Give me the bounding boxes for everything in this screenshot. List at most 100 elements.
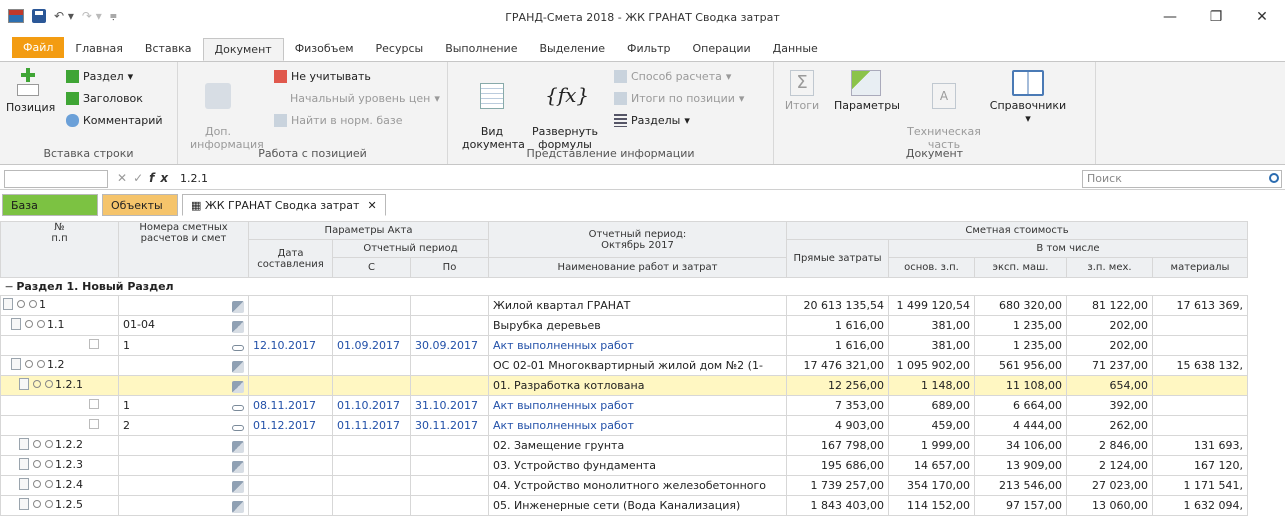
cell-materials[interactable] <box>1152 315 1248 336</box>
cell-direct[interactable]: 1 616,00 <box>786 335 889 356</box>
cancel-icon[interactable]: ✕ <box>117 171 133 185</box>
cell-to[interactable]: 30.11.2017 <box>410 415 489 436</box>
cell-from[interactable] <box>332 455 411 476</box>
expand-all-icon[interactable] <box>45 440 53 449</box>
cell-date[interactable]: 01.12.2017 <box>248 415 333 436</box>
cell-direct[interactable]: 167 798,00 <box>786 435 889 456</box>
cell-numbers[interactable]: 01-04 <box>118 315 249 336</box>
cell-numbers[interactable]: 1 <box>118 335 249 356</box>
collapse-icon[interactable]: − <box>5 280 14 293</box>
cell-no[interactable]: 1.2.4 <box>0 475 119 496</box>
calc-icon[interactable] <box>232 321 244 333</box>
cell-no[interactable]: 1.2.1 <box>0 375 119 396</box>
cell-date[interactable] <box>248 455 333 476</box>
expand-icon[interactable] <box>33 440 41 449</box>
cell-numbers[interactable] <box>118 435 249 456</box>
tab-resources[interactable]: Ресурсы <box>365 38 435 61</box>
act-row[interactable]: 1 12.10.2017 01.09.2017 30.09.2017 Акт выпол… <box>0 335 1248 356</box>
calc-icon[interactable] <box>232 381 244 393</box>
tab-selection[interactable]: Выделение <box>528 38 616 61</box>
expand-all-icon[interactable] <box>45 500 53 509</box>
cell-machines[interactable]: 6 664,00 <box>974 395 1067 416</box>
col-header-materials[interactable]: материалы <box>1152 257 1248 278</box>
col-header-base-wage[interactable]: основ. з.п. <box>888 257 975 278</box>
expand-icon[interactable] <box>33 460 41 469</box>
cell-no[interactable]: 1.2.5 <box>0 495 119 516</box>
tab-file[interactable]: Файл <box>12 37 65 58</box>
cell-materials[interactable]: 167 120, <box>1152 455 1248 476</box>
cell-to[interactable]: 30.09.2017 <box>410 335 489 356</box>
cell-mech-wage[interactable]: 2 124,00 <box>1066 455 1153 476</box>
position-button[interactable]: Позиция <box>6 68 55 114</box>
header-button[interactable]: Заголовок <box>66 92 143 105</box>
cell-numbers[interactable] <box>118 375 249 396</box>
cell-direct[interactable]: 1 843 403,00 <box>786 495 889 516</box>
expand-icon[interactable] <box>17 300 25 309</box>
cell-to[interactable]: 31.10.2017 <box>410 395 489 416</box>
cell-direct[interactable]: 195 686,00 <box>786 455 889 476</box>
tab-home[interactable]: Главная <box>64 38 134 61</box>
cell-no[interactable]: 1.2 <box>0 355 119 376</box>
calc-icon[interactable] <box>232 441 244 453</box>
cell-from[interactable] <box>332 315 411 336</box>
col-header-work-name[interactable]: Наименование работ и затрат <box>488 257 787 278</box>
cell-machines[interactable]: 1 235,00 <box>974 315 1067 336</box>
cell-direct[interactable]: 20 613 135,54 <box>786 295 889 316</box>
cell-to[interactable] <box>410 315 489 336</box>
calc-method-button[interactable]: Способ расчета ▾ <box>614 70 731 83</box>
cell-from[interactable]: 01.11.2017 <box>332 415 411 436</box>
cell-materials[interactable] <box>1152 415 1248 436</box>
cell-from[interactable] <box>332 375 411 396</box>
cell-direct[interactable]: 17 476 321,00 <box>786 355 889 376</box>
expand-formulas-button[interactable]: {fx} Развернуть формулы <box>530 68 600 151</box>
minimize-button[interactable]: — <box>1147 0 1193 34</box>
close-window-button[interactable]: ✕ <box>1239 0 1285 34</box>
cell-direct[interactable]: 4 903,00 <box>786 415 889 436</box>
table-row[interactable]: 1 Жилой квартал ГРАНАТ 20 613 135,54 1 499 … <box>0 295 1248 316</box>
cell-materials[interactable]: 1 632 094, <box>1152 495 1248 516</box>
col-header-direct[interactable]: Прямые затраты <box>786 239 889 278</box>
cell-to[interactable] <box>410 455 489 476</box>
expand-icon[interactable] <box>25 360 33 369</box>
row-checkbox[interactable] <box>89 419 99 429</box>
close-icon[interactable]: ✕ <box>367 199 376 212</box>
tab-objects[interactable]: Объекты <box>102 194 178 216</box>
cell-work-name[interactable]: Жилой квартал ГРАНАТ <box>488 295 787 316</box>
tech-part-button[interactable]: A Техническая часть <box>906 70 982 151</box>
link-icon[interactable] <box>232 345 244 351</box>
search-icon[interactable] <box>1269 173 1279 183</box>
cell-machines[interactable]: 11 108,00 <box>974 375 1067 396</box>
cell-base-wage[interactable]: 1 999,00 <box>888 435 975 456</box>
col-header-date[interactable]: Дата составления <box>248 239 333 278</box>
expand-all-icon[interactable] <box>37 360 45 369</box>
cell-machines[interactable]: 561 956,00 <box>974 355 1067 376</box>
col-header-no[interactable]: № п.п <box>0 221 119 278</box>
cell-work-name[interactable]: ОС 02-01 Многоквартирный жилой дом №2 (1… <box>488 355 787 376</box>
sections-button[interactable]: Разделы ▾ <box>614 114 690 127</box>
tab-filter[interactable]: Фильтр <box>616 38 682 61</box>
cell-numbers[interactable] <box>118 455 249 476</box>
ignore-button[interactable]: Не учитывать <box>274 70 371 83</box>
calc-icon[interactable] <box>232 481 244 493</box>
cell-direct[interactable]: 7 353,00 <box>786 395 889 416</box>
section-row[interactable]: − Раздел 1. Новый Раздел <box>0 277 1248 296</box>
cell-date[interactable] <box>248 375 333 396</box>
cell-no[interactable]: 1 <box>0 295 119 316</box>
cell-materials[interactable]: 17 613 369, <box>1152 295 1248 316</box>
cell-numbers[interactable] <box>118 475 249 496</box>
find-norm-button[interactable]: Найти в норм. базе <box>274 114 403 127</box>
cell-date[interactable]: 12.10.2017 <box>248 335 333 356</box>
cell-machines[interactable]: 213 546,00 <box>974 475 1067 496</box>
totals-button[interactable]: Σ Итоги <box>782 70 822 112</box>
doc-view-button[interactable]: Вид документа <box>462 70 525 151</box>
cell-mech-wage[interactable]: 71 237,00 <box>1066 355 1153 376</box>
cell-no[interactable]: 1.1 <box>0 315 119 336</box>
search-input[interactable]: Поиск <box>1082 170 1282 188</box>
expand-icon[interactable] <box>33 480 41 489</box>
tab-current-document[interactable]: ▦ ЖК ГРАНАТ Сводка затрат ✕ <box>182 194 386 216</box>
name-box[interactable] <box>4 170 108 188</box>
cell-to[interactable] <box>410 495 489 516</box>
cell-materials[interactable]: 15 638 132, <box>1152 355 1248 376</box>
cell-base-wage[interactable]: 354 170,00 <box>888 475 975 496</box>
tab-data[interactable]: Данные <box>762 38 829 61</box>
